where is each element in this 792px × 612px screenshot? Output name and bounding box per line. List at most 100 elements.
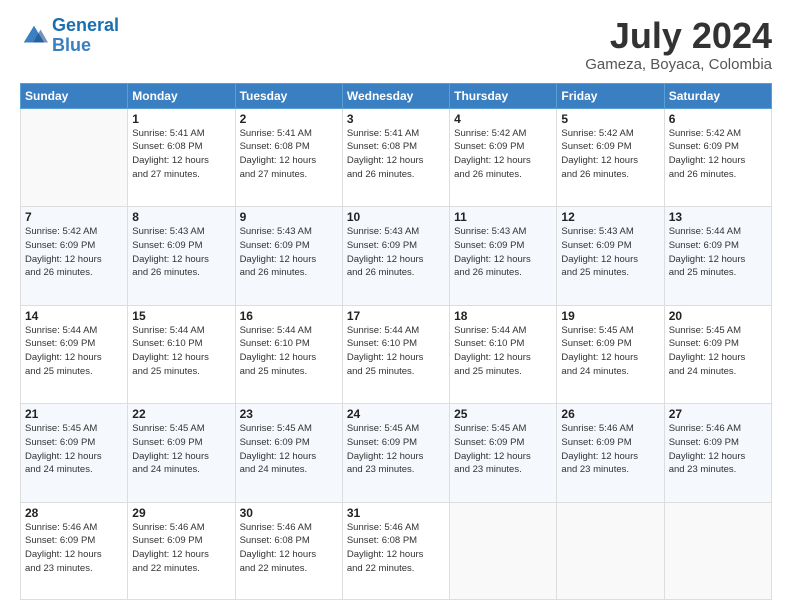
day-number: 4 — [454, 112, 552, 126]
day-info: Sunrise: 5:41 AM Sunset: 6:08 PM Dayligh… — [347, 127, 445, 182]
day-info: Sunrise: 5:45 AM Sunset: 6:09 PM Dayligh… — [132, 422, 230, 477]
day-info: Sunrise: 5:42 AM Sunset: 6:09 PM Dayligh… — [669, 127, 767, 182]
day-number: 19 — [561, 309, 659, 323]
day-number: 26 — [561, 407, 659, 421]
calendar-cell: 23Sunrise: 5:45 AM Sunset: 6:09 PM Dayli… — [235, 404, 342, 503]
calendar-cell: 25Sunrise: 5:45 AM Sunset: 6:09 PM Dayli… — [450, 404, 557, 503]
day-info: Sunrise: 5:45 AM Sunset: 6:09 PM Dayligh… — [347, 422, 445, 477]
day-number: 8 — [132, 210, 230, 224]
calendar: SundayMondayTuesdayWednesdayThursdayFrid… — [20, 83, 772, 600]
calendar-cell: 24Sunrise: 5:45 AM Sunset: 6:09 PM Dayli… — [342, 404, 449, 503]
day-info: Sunrise: 5:44 AM Sunset: 6:10 PM Dayligh… — [240, 324, 338, 379]
calendar-cell: 5Sunrise: 5:42 AM Sunset: 6:09 PM Daylig… — [557, 108, 664, 207]
day-info: Sunrise: 5:44 AM Sunset: 6:09 PM Dayligh… — [669, 225, 767, 280]
calendar-cell: 16Sunrise: 5:44 AM Sunset: 6:10 PM Dayli… — [235, 305, 342, 404]
calendar-cell — [450, 502, 557, 599]
calendar-cell: 9Sunrise: 5:43 AM Sunset: 6:09 PM Daylig… — [235, 207, 342, 306]
day-info: Sunrise: 5:45 AM Sunset: 6:09 PM Dayligh… — [669, 324, 767, 379]
logo-text: General Blue — [52, 16, 119, 56]
calendar-cell: 12Sunrise: 5:43 AM Sunset: 6:09 PM Dayli… — [557, 207, 664, 306]
weekday-header-sunday: Sunday — [21, 83, 128, 108]
day-number: 14 — [25, 309, 123, 323]
day-info: Sunrise: 5:44 AM Sunset: 6:09 PM Dayligh… — [25, 324, 123, 379]
calendar-cell: 14Sunrise: 5:44 AM Sunset: 6:09 PM Dayli… — [21, 305, 128, 404]
day-info: Sunrise: 5:41 AM Sunset: 6:08 PM Dayligh… — [132, 127, 230, 182]
day-number: 15 — [132, 309, 230, 323]
subtitle: Gameza, Boyaca, Colombia — [585, 56, 772, 73]
day-info: Sunrise: 5:46 AM Sunset: 6:09 PM Dayligh… — [561, 422, 659, 477]
day-number: 9 — [240, 210, 338, 224]
logo-general: General — [52, 15, 119, 35]
calendar-week-5: 28 Sunrise: 5:46 AM Sunset: 6:09 PM Dayli… — [21, 502, 772, 599]
day-info: Sunrise: 5:42 AM Sunset: 6:09 PM Dayligh… — [25, 225, 123, 280]
day-number: 23 — [240, 407, 338, 421]
day-number: 1 — [132, 112, 230, 126]
day-number: 5 — [561, 112, 659, 126]
calendar-cell: 28Sunrise: 5:46 AM Sunset: 6:09 PM Dayli… — [21, 502, 128, 599]
calendar-cell: 27Sunrise: 5:46 AM Sunset: 6:09 PM Dayli… — [664, 404, 771, 503]
calendar-cell: 31Sunrise: 5:46 AM Sunset: 6:08 PM Dayli… — [342, 502, 449, 599]
logo-icon — [20, 22, 48, 50]
calendar-cell: 30Sunrise: 5:46 AM Sunset: 6:08 PM Dayli… — [235, 502, 342, 599]
calendar-cell: 17Sunrise: 5:44 AM Sunset: 6:10 PM Dayli… — [342, 305, 449, 404]
title-block: July 2024 Gameza, Boyaca, Colombia — [585, 16, 772, 73]
day-info: Sunrise: 5:46 AM Sunset: 6:08 PM Dayligh… — [347, 521, 445, 576]
day-number: 13 — [669, 210, 767, 224]
day-number: 6 — [669, 112, 767, 126]
logo-blue: Blue — [52, 36, 119, 56]
day-info: Sunrise: 5:45 AM Sunset: 6:09 PM Dayligh… — [454, 422, 552, 477]
day-info: Sunrise: 5:43 AM Sunset: 6:09 PM Dayligh… — [132, 225, 230, 280]
day-number: 20 — [669, 309, 767, 323]
calendar-cell: 7Sunrise: 5:42 AM Sunset: 6:09 PM Daylig… — [21, 207, 128, 306]
day-info: Sunrise: 5:44 AM Sunset: 6:10 PM Dayligh… — [132, 324, 230, 379]
weekday-header-wednesday: Wednesday — [342, 83, 449, 108]
day-number: 21 — [25, 407, 123, 421]
day-number: 27 — [669, 407, 767, 421]
page: General Blue July 2024 Gameza, Boyaca, C… — [0, 0, 792, 612]
day-info: Sunrise: 5:43 AM Sunset: 6:09 PM Dayligh… — [454, 225, 552, 280]
day-number: 30 — [240, 506, 338, 520]
calendar-cell — [664, 502, 771, 599]
calendar-cell: 22Sunrise: 5:45 AM Sunset: 6:09 PM Dayli… — [128, 404, 235, 503]
main-title: July 2024 — [585, 16, 772, 56]
day-number: 3 — [347, 112, 445, 126]
calendar-cell: 6Sunrise: 5:42 AM Sunset: 6:09 PM Daylig… — [664, 108, 771, 207]
day-info: Sunrise: 5:46 AM Sunset: 6:08 PM Dayligh… — [240, 521, 338, 576]
calendar-cell — [557, 502, 664, 599]
day-number: 16 — [240, 309, 338, 323]
day-number: 25 — [454, 407, 552, 421]
weekday-header-saturday: Saturday — [664, 83, 771, 108]
day-info: Sunrise: 5:45 AM Sunset: 6:09 PM Dayligh… — [240, 422, 338, 477]
calendar-header-row: SundayMondayTuesdayWednesdayThursdayFrid… — [21, 83, 772, 108]
weekday-header-monday: Monday — [128, 83, 235, 108]
day-info: Sunrise: 5:43 AM Sunset: 6:09 PM Dayligh… — [240, 225, 338, 280]
calendar-cell: 26Sunrise: 5:46 AM Sunset: 6:09 PM Dayli… — [557, 404, 664, 503]
day-number: 12 — [561, 210, 659, 224]
day-info: Sunrise: 5:46 AM Sunset: 6:09 PM Dayligh… — [132, 521, 230, 576]
weekday-header-thursday: Thursday — [450, 83, 557, 108]
day-number: 24 — [347, 407, 445, 421]
calendar-cell: 3Sunrise: 5:41 AM Sunset: 6:08 PM Daylig… — [342, 108, 449, 207]
calendar-cell: 2Sunrise: 5:41 AM Sunset: 6:08 PM Daylig… — [235, 108, 342, 207]
day-number: 10 — [347, 210, 445, 224]
day-info: Sunrise: 5:44 AM Sunset: 6:10 PM Dayligh… — [347, 324, 445, 379]
day-number: 11 — [454, 210, 552, 224]
day-info: Sunrise: 5:46 AM Sunset: 6:09 PM Dayligh… — [669, 422, 767, 477]
day-info: Sunrise: 5:41 AM Sunset: 6:08 PM Dayligh… — [240, 127, 338, 182]
day-number: 29 — [132, 506, 230, 520]
day-info: Sunrise: 5:43 AM Sunset: 6:09 PM Dayligh… — [347, 225, 445, 280]
day-info: Sunrise: 5:42 AM Sunset: 6:09 PM Dayligh… — [454, 127, 552, 182]
calendar-week-2: 7Sunrise: 5:42 AM Sunset: 6:09 PM Daylig… — [21, 207, 772, 306]
day-info: Sunrise: 5:43 AM Sunset: 6:09 PM Dayligh… — [561, 225, 659, 280]
calendar-week-3: 14Sunrise: 5:44 AM Sunset: 6:09 PM Dayli… — [21, 305, 772, 404]
day-info: Sunrise: 5:44 AM Sunset: 6:10 PM Dayligh… — [454, 324, 552, 379]
calendar-week-1: 1Sunrise: 5:41 AM Sunset: 6:08 PM Daylig… — [21, 108, 772, 207]
day-number: 28 — [25, 506, 123, 520]
calendar-cell: 10Sunrise: 5:43 AM Sunset: 6:09 PM Dayli… — [342, 207, 449, 306]
calendar-week-4: 21 Sunrise: 5:45 AM Sunset: 6:09 PM Dayli… — [21, 404, 772, 503]
day-number: 31 — [347, 506, 445, 520]
calendar-cell: 11Sunrise: 5:43 AM Sunset: 6:09 PM Dayli… — [450, 207, 557, 306]
day-number: 17 — [347, 309, 445, 323]
calendar-cell: 21Sunrise: 5:45 AM Sunset: 6:09 PM Dayli… — [21, 404, 128, 503]
day-number: 7 — [25, 210, 123, 224]
